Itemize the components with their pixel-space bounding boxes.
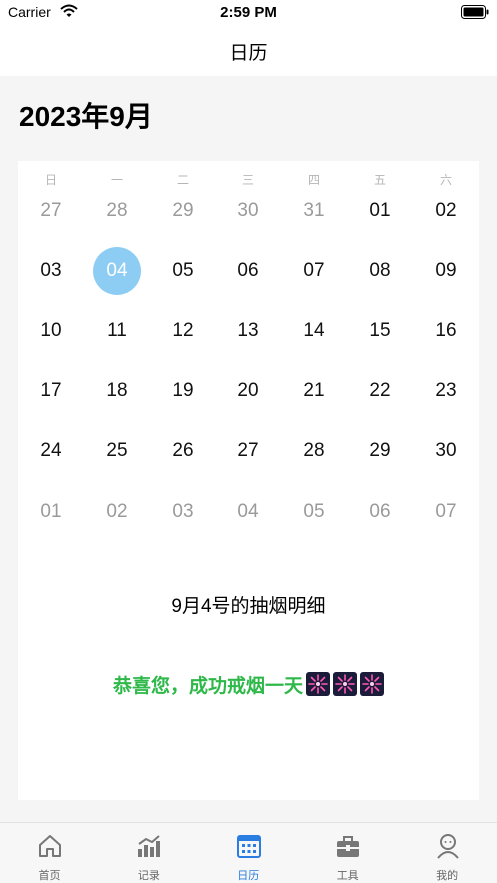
- calendar-day[interactable]: 22: [347, 369, 413, 413]
- status-bar: Carrier 2:59 PM: [0, 0, 497, 26]
- calendar-day[interactable]: 28: [84, 189, 150, 233]
- calendar-icon: [235, 832, 263, 860]
- home-icon: [36, 832, 64, 860]
- calendar-day[interactable]: 04: [215, 490, 281, 534]
- status-time: 2:59 PM: [220, 4, 277, 21]
- page-title: 日历: [229, 42, 268, 64]
- calendar-day[interactable]: 02: [84, 490, 150, 534]
- bar-chart-icon: [135, 832, 163, 860]
- tab-label: 工具: [336, 870, 359, 882]
- calendar-day[interactable]: 06: [215, 249, 281, 293]
- calendar-day[interactable]: 01: [18, 490, 84, 534]
- tab-home[interactable]: 首页: [0, 823, 99, 883]
- calendar-day[interactable]: 09: [413, 249, 479, 293]
- tab-profile[interactable]: 我的: [398, 823, 497, 883]
- calendar-day[interactable]: 21: [281, 369, 347, 413]
- congrats-message: 恭喜您，成功戒烟一天: [18, 671, 479, 698]
- tab-bar-chart[interactable]: 记录: [99, 823, 198, 883]
- calendar-day[interactable]: 25: [84, 429, 150, 473]
- weekday-label: 日: [44, 173, 57, 187]
- calendar-day[interactable]: 30: [215, 189, 281, 233]
- tab-toolbox[interactable]: 工具: [298, 823, 397, 883]
- fireworks-group: [303, 672, 384, 697]
- calendar-day[interactable]: 24: [18, 429, 84, 473]
- firework-icon: [360, 672, 384, 696]
- calendar-day-selected[interactable]: 04: [84, 249, 150, 293]
- calendar-day[interactable]: 05: [281, 490, 347, 534]
- smoking-detail-title: 9月4号的抽烟明细: [171, 596, 326, 617]
- calendar-day[interactable]: 08: [347, 249, 413, 293]
- tab-label: 日历: [237, 870, 260, 882]
- calendar-day[interactable]: 07: [281, 249, 347, 293]
- tab-bar: 首页 记录 日历 工具 我的: [0, 822, 497, 883]
- calendar-day[interactable]: 17: [18, 369, 84, 413]
- calendar-day[interactable]: 07: [413, 490, 479, 534]
- battery-icon: [461, 5, 489, 24]
- calendar-day[interactable]: 29: [347, 429, 413, 473]
- weekday-label: 二: [176, 173, 189, 187]
- calendar-day[interactable]: 13: [215, 309, 281, 353]
- calendar-day[interactable]: 30: [413, 429, 479, 473]
- tab-calendar[interactable]: 日历: [199, 823, 298, 883]
- calendar-day[interactable]: 15: [347, 309, 413, 353]
- weekday-label: 六: [439, 173, 452, 187]
- calendar-day[interactable]: 01: [347, 189, 413, 233]
- calendar-day[interactable]: 27: [18, 189, 84, 233]
- calendar-day[interactable]: 10: [18, 309, 84, 353]
- calendar-day[interactable]: 18: [84, 369, 150, 413]
- calendar-day[interactable]: 06: [347, 490, 413, 534]
- calendar-day[interactable]: 29: [150, 189, 216, 233]
- calendar-day[interactable]: 26: [150, 429, 216, 473]
- toolbox-icon: [334, 832, 362, 860]
- calendar-day[interactable]: 14: [281, 309, 347, 353]
- weekday-label: 五: [373, 173, 386, 187]
- tab-label: 我的: [436, 870, 459, 882]
- calendar-day[interactable]: 19: [150, 369, 216, 413]
- tab-label: 记录: [137, 870, 160, 882]
- calendar-day[interactable]: 28: [281, 429, 347, 473]
- weekday-label: 四: [307, 173, 320, 187]
- calendar-day[interactable]: 02: [413, 189, 479, 233]
- calendar-day[interactable]: 16: [413, 309, 479, 353]
- calendar-card: 日一二三四五六 27 28 29 30 31 01 02 03 04 05 06 07 08 09 10 11…: [18, 161, 479, 800]
- calendar-day[interactable]: 23: [413, 369, 479, 413]
- congrats-text: 恭喜您，成功戒烟一天: [112, 676, 303, 697]
- calendar-day[interactable]: 20: [215, 369, 281, 413]
- navigation-bar: 日历: [0, 26, 497, 76]
- weekday-label: 一: [110, 173, 123, 187]
- weekday-label: 三: [241, 173, 254, 187]
- firework-icon: [306, 672, 330, 696]
- month-title: 2023年9月: [19, 101, 153, 132]
- calendar-day[interactable]: 27: [215, 429, 281, 473]
- calendar-day[interactable]: 03: [18, 249, 84, 293]
- calendar-day[interactable]: 05: [150, 249, 216, 293]
- calendar-day[interactable]: 11: [84, 309, 150, 353]
- tab-label: 首页: [38, 870, 61, 882]
- calendar-day[interactable]: 31: [281, 189, 347, 233]
- calendar-day[interactable]: 03: [150, 490, 216, 534]
- firework-icon: [333, 672, 357, 696]
- calendar-day[interactable]: 12: [150, 309, 216, 353]
- profile-icon: [434, 832, 462, 860]
